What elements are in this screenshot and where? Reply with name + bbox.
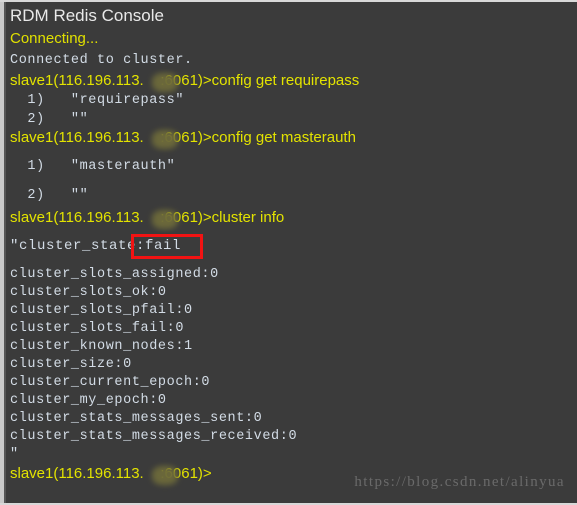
result-line: 2) "" [10,188,89,203]
result-line: 2) "" [10,112,89,127]
cluster-info-line: cluster_slots_pfail:0 [10,303,193,318]
status-connecting: Connecting... [10,30,99,47]
cluster-info-line: cluster_size:0 [10,357,132,372]
cluster-info-line: cluster_slots_ok:0 [10,285,167,300]
page-title: RDM Redis Console [10,6,164,25]
prompt-line-config-get-masterauth: slave1(116.196.113. :6061)>config get ma… [10,129,356,146]
result-line: 1) "masterauth" [10,159,176,174]
cluster-info-line: cluster_slots_fail:0 [10,321,185,336]
cluster-state-line: "cluster_state:fail [10,238,182,254]
cluster-info-line: cluster_slots_assigned:0 [10,267,219,282]
cluster-info-closing-quote: " [10,447,19,462]
prompt-line-active[interactable]: slave1(116.196.113. :6061)> [10,465,212,482]
result-line: 1) "requirepass" [10,93,185,108]
prompt-line-config-get-requirepass: slave1(116.196.113. :6061)>config get re… [10,72,360,89]
cluster-info-line: cluster_current_epoch:0 [10,375,211,390]
cluster-info-line: cluster_stats_messages_sent:0 [10,411,263,426]
prompt-line-cluster-info: slave1(116.196.113. :6061)>cluster info [10,209,285,226]
cluster-info-line: cluster_my_epoch:0 [10,393,167,408]
console-output-area[interactable]: RDM Redis Console Connecting... Connecte… [6,2,577,503]
redis-console-window[interactable]: RDM Redis Console Connecting... Connecte… [0,0,577,505]
watermark-text: https://blog.csdn.net/alinyua [354,474,565,490]
cluster-info-line: cluster_known_nodes:1 [10,339,193,354]
cluster-info-line: cluster_stats_messages_received:0 [10,429,298,444]
status-connected: Connected to cluster. [10,53,193,68]
